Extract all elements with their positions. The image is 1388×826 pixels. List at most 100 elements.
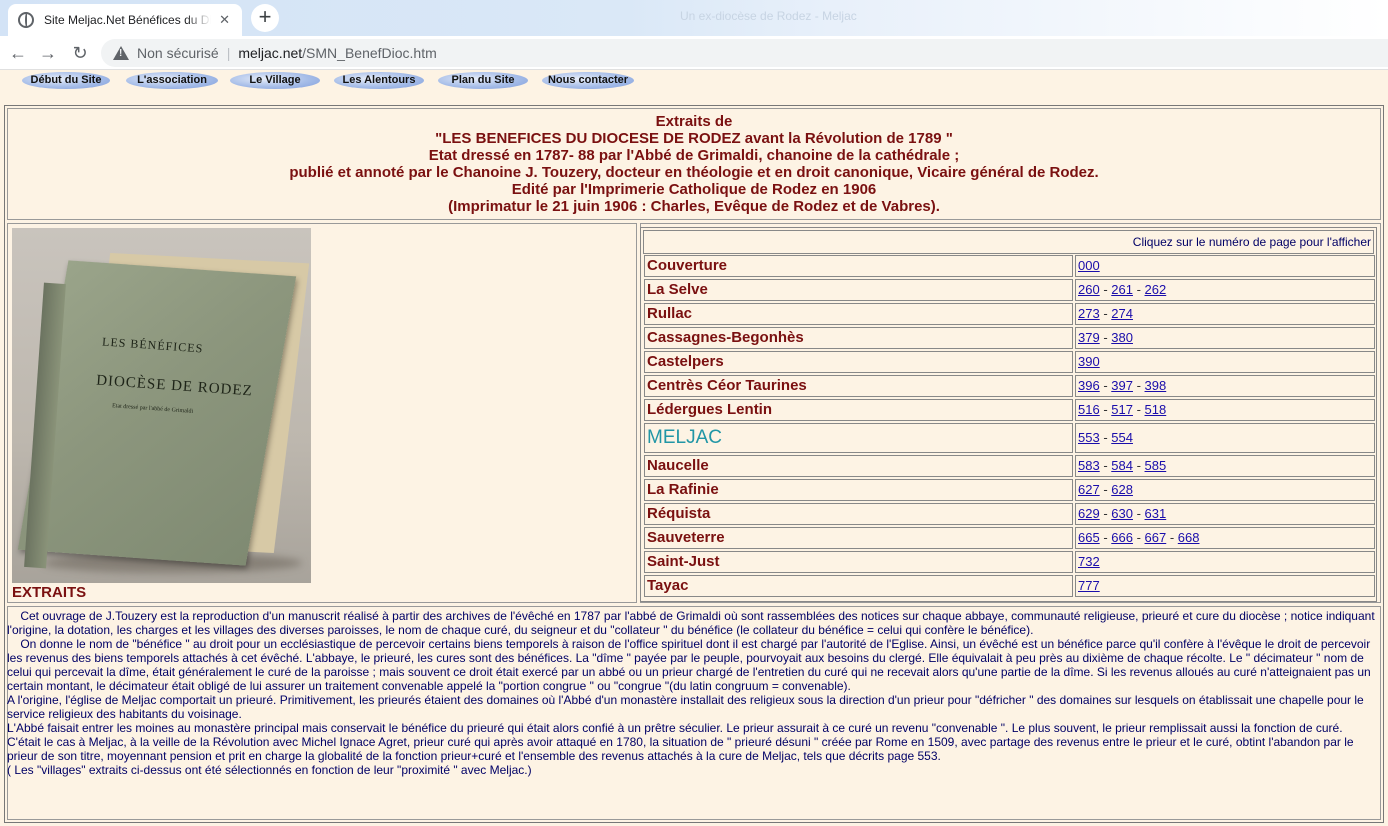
page-link[interactable]: 274 [1111,306,1133,321]
page-separator: - [1132,506,1145,521]
background-window-title: Un ex-diocèse de Rodez - Meljac [680,9,857,23]
page-separator: - [1099,530,1112,545]
page-link[interactable]: 630 [1111,506,1133,521]
tab-title: Site Meljac.Net Bénéfices du Dioc [44,13,212,27]
paragraph: Cet ouvrage de J.Touzery est la reproduc… [7,609,1378,637]
url-host: meljac.net [238,45,303,61]
page-separator: - [1099,282,1112,297]
row-name: Tayac [644,575,1073,597]
row-pages: 516 - 517 - 518 [1075,399,1375,421]
page-link[interactable]: 398 [1145,378,1167,393]
title-line-5: Edité par l'Imprimerie Catholique de Rod… [511,181,877,198]
row-name: Lédergues Lentin [644,399,1073,421]
back-button[interactable]: ← [6,41,30,65]
page-link[interactable]: 585 [1145,458,1167,473]
nav-debut-du-site[interactable]: Début du Site [22,72,110,89]
paragraph: L'Abbé faisait entrer les moines au mona… [7,721,1343,735]
page-link[interactable]: 777 [1078,578,1100,593]
page-link[interactable]: 262 [1145,282,1167,297]
page-link[interactable]: 554 [1111,430,1133,445]
reload-button[interactable]: ↻ [68,41,92,65]
page-separator: - [1132,530,1145,545]
page-link[interactable]: 390 [1078,354,1100,369]
browser-toolbar: ← → ↻ Non sécurisé | meljac.net/SMN_Bene… [0,36,1388,70]
page-separator: - [1099,330,1112,345]
globe-icon [18,12,34,28]
address-bar[interactable]: Non sécurisé | meljac.net/SMN_BenefDioc.… [101,39,1388,67]
row-name: Rullac [644,303,1073,325]
page-link[interactable]: 517 [1111,402,1133,417]
row-name: Saint-Just [644,551,1073,573]
row-name: La Selve [644,279,1073,301]
row-name: La Rafinie [644,479,1073,501]
title-line-4: publié et annoté par le Chanoine J. Touz… [289,164,1099,181]
page-link[interactable]: 631 [1145,506,1167,521]
row-pages: 732 [1075,551,1375,573]
title-line-6: (Imprimatur le 21 juin 1906 : Charles, E… [448,198,940,215]
page-link[interactable]: 273 [1078,306,1100,321]
row-pages: 379 - 380 [1075,327,1375,349]
forward-button[interactable]: → [36,41,60,65]
page-separator: - [1132,282,1145,297]
page-separator: - [1166,530,1178,545]
title-line-3: Etat dressé en 1787- 88 par l'Abbé de Gr… [428,147,960,164]
page-link[interactable]: 666 [1111,530,1133,545]
page-link[interactable]: 396 [1078,378,1100,393]
page-link[interactable]: 667 [1145,530,1167,545]
page-link[interactable]: 665 [1078,530,1100,545]
page-link[interactable]: 516 [1078,402,1100,417]
paragraph: On donne le nom de "bénéfice " au droit … [7,637,1375,693]
nav-plan-du-site[interactable]: Plan du Site [438,72,528,89]
row-pages: 390 [1075,351,1375,373]
page-separator: - [1099,402,1112,417]
page-link[interactable]: 518 [1145,402,1167,417]
row-pages: 553 - 554 [1075,423,1375,453]
nav-les-alentours[interactable]: Les Alentours [334,72,424,89]
row-name: Sauveterre [644,527,1073,549]
page-link[interactable]: 627 [1078,482,1100,497]
page-link[interactable]: 584 [1111,458,1133,473]
page-separator: - [1132,402,1145,417]
page-link[interactable]: 261 [1111,282,1133,297]
book-photo: LES BÉNÉFICES DIOCÈSE DE RODEZ Etat dres… [12,228,311,583]
nav-association[interactable]: L'association [126,72,218,89]
page-link[interactable]: 000 [1078,258,1100,273]
title-line-2: "LES BENEFICES DU DIOCESE DE RODEZ avant… [435,130,953,147]
row-pages: 665 - 666 - 667 - 668 [1075,527,1375,549]
row-name: Castelpers [644,351,1073,373]
paragraph: ( Les "villages" extraits ci-dessus ont … [7,763,532,777]
warning-icon [113,46,129,60]
nav-nous-contacter[interactable]: Nous contacter [542,72,634,89]
tab-bar: Site Meljac.Net Bénéfices du Dioc ✕ + Un… [0,0,1388,36]
extraits-caption: EXTRAITS [12,584,87,601]
separator: | [226,45,231,61]
url-path: /SMN_BenefDioc.htm [302,45,437,61]
page-link[interactable]: 629 [1078,506,1100,521]
page-link[interactable]: 380 [1111,330,1133,345]
page-link[interactable]: 668 [1178,530,1200,545]
page-link[interactable]: 379 [1078,330,1100,345]
row-pages: 777 [1075,575,1375,597]
not-secure-label: Non sécurisé [137,45,219,61]
page-link[interactable]: 583 [1078,458,1100,473]
row-pages: 629 - 630 - 631 [1075,503,1375,525]
page-link[interactable]: 732 [1078,554,1100,569]
nav-le-village[interactable]: Le Village [230,72,320,89]
page-separator: - [1099,506,1112,521]
title-line-1: Extraits de [655,113,733,130]
browser-tab[interactable]: Site Meljac.Net Bénéfices du Dioc ✕ [8,4,242,36]
page-separator: - [1099,430,1112,445]
page-separator: - [1099,306,1112,321]
row-name: Naucelle [644,455,1073,477]
new-tab-button[interactable]: + [251,4,279,32]
page-link[interactable]: 260 [1078,282,1100,297]
row-pages: 396 - 397 - 398 [1075,375,1375,397]
page-link[interactable]: 397 [1111,378,1133,393]
row-pages: 583 - 584 - 585 [1075,455,1375,477]
row-name: Centrès Céor Taurines [644,375,1073,397]
image-cell: LES BÉNÉFICES DIOCÈSE DE RODEZ Etat dres… [7,223,637,603]
page-link[interactable]: 628 [1111,482,1133,497]
close-icon[interactable]: ✕ [217,12,232,28]
description-text: Cet ouvrage de J.Touzery est la reproduc… [7,609,1377,777]
page-link[interactable]: 553 [1078,430,1100,445]
